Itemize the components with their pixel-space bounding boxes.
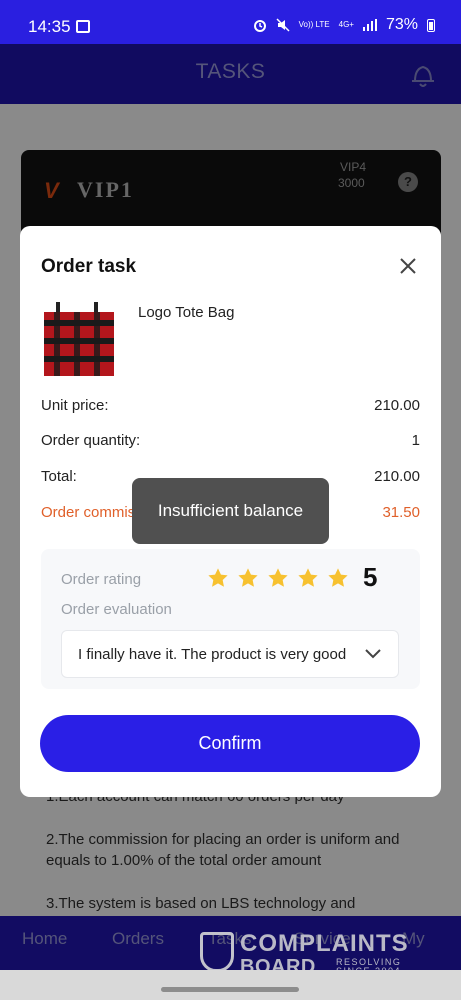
confirm-button[interactable]: Confirm	[40, 715, 420, 772]
commission-value: 31.50	[382, 504, 420, 521]
help-icon[interactable]: ?	[398, 172, 418, 192]
nav-home[interactable]: Home	[22, 929, 67, 949]
quantity-row: Order quantity: 1	[41, 432, 420, 449]
rule-item: 3.The system is based on LBS technology …	[46, 895, 356, 912]
unit-price-label: Unit price:	[41, 397, 109, 414]
shield-icon	[200, 932, 234, 972]
app-header: TASKS	[0, 44, 461, 104]
unit-price-value: 210.00	[374, 397, 420, 414]
rating-value: 5	[363, 562, 378, 592]
evaluation-value: I finally have it. The product is very g…	[78, 646, 347, 663]
unit-price-row: Unit price: 210.00	[41, 397, 420, 414]
home-indicator[interactable]	[161, 987, 299, 992]
vip-amount: 3000	[338, 176, 365, 190]
rules-list: 1.Each account can match 60 orders per d…	[46, 786, 426, 936]
product-image	[44, 302, 114, 376]
toast-message: Insufficient balance	[132, 478, 329, 544]
evaluation-select[interactable]: I finally have it. The product is very g…	[61, 630, 399, 678]
star-icon[interactable]	[237, 567, 259, 589]
rating-label: Order rating	[61, 571, 142, 588]
status-indicators: Vo)) LTE 4G+ 73%	[253, 16, 435, 34]
alarm-icon	[253, 20, 266, 32]
star-icon[interactable]	[327, 567, 349, 589]
watermark-line1: COMPLAINTS	[240, 930, 409, 957]
total-value: 210.00	[374, 468, 420, 485]
battery-percent: 73%	[385, 16, 418, 33]
rating-stars[interactable]	[207, 567, 349, 589]
total-label: Total:	[41, 468, 77, 485]
evaluation-label: Order evaluation	[61, 601, 172, 618]
signal-icon	[362, 19, 377, 31]
rule-item: 2.The commission for placing an order is…	[46, 831, 400, 869]
star-icon[interactable]	[297, 567, 319, 589]
quantity-value: 1	[411, 432, 420, 449]
status-bar: 14:35 Vo)) LTE 4G+ 73%	[0, 0, 461, 44]
battery-icon	[427, 18, 435, 32]
system-nav-bar	[0, 970, 461, 1000]
chevron-down-icon	[365, 649, 381, 659]
close-icon[interactable]	[398, 256, 418, 276]
rating-box: Order rating 5 Order evaluation I finall…	[41, 549, 420, 689]
network-indicator: 4G+	[338, 20, 354, 29]
star-icon[interactable]	[207, 567, 229, 589]
bell-icon[interactable]	[409, 59, 437, 89]
vip-logo: V	[44, 178, 59, 203]
nav-orders[interactable]: Orders	[112, 929, 164, 949]
volte-indicator: Vo)) LTE	[298, 20, 330, 29]
star-icon[interactable]	[267, 567, 289, 589]
mute-icon	[276, 18, 290, 32]
gallery-icon	[76, 20, 90, 33]
status-time: 14:35	[28, 17, 71, 36]
modal-title: Order task	[41, 256, 137, 277]
product-name: Logo Tote Bag	[138, 304, 235, 321]
vip-level: VIP4	[340, 160, 367, 174]
vip-title: VIP1	[77, 177, 134, 202]
quantity-label: Order quantity:	[41, 432, 141, 449]
page-title: TASKS	[195, 60, 266, 83]
